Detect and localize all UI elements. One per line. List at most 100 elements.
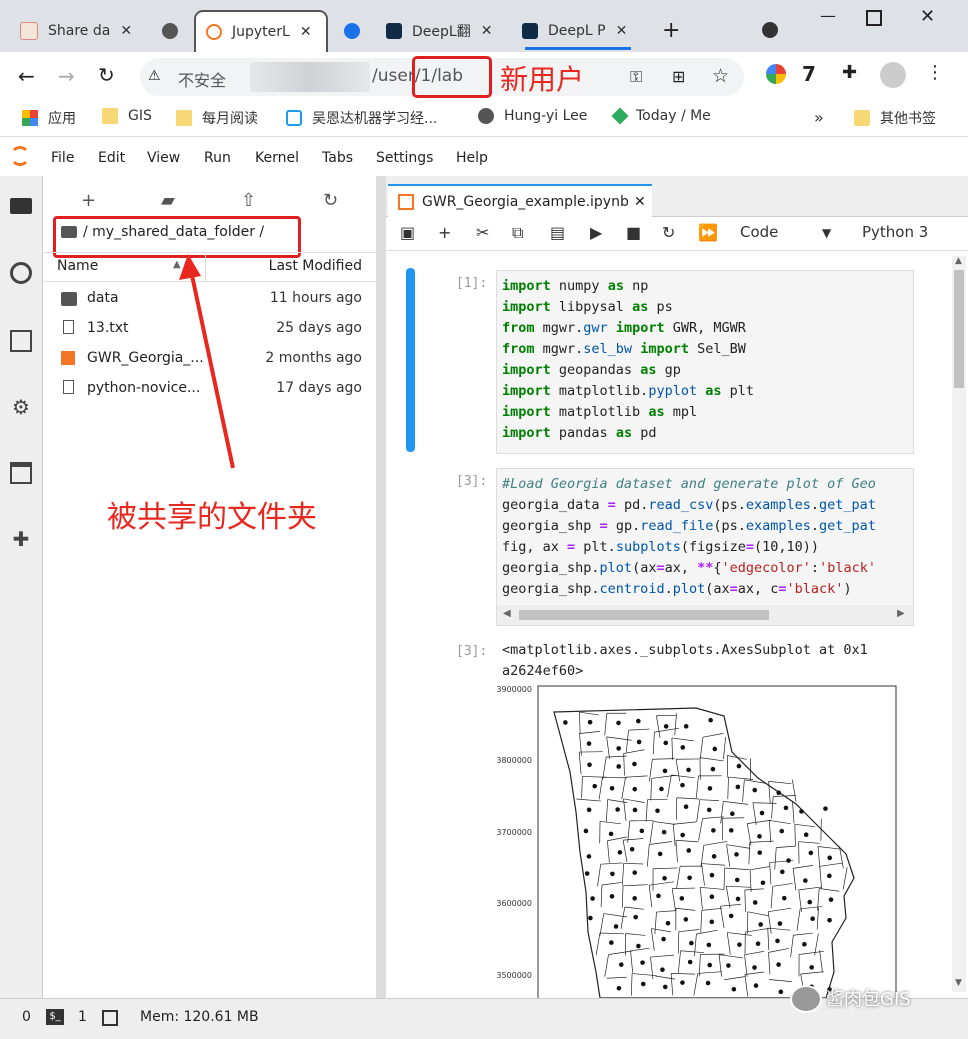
scroll-left-icon[interactable]: ◀ bbox=[503, 608, 511, 619]
terminal-icon[interactable]: $_ bbox=[46, 1009, 64, 1025]
county-centroid bbox=[735, 878, 740, 883]
new-tab-plus-icon[interactable]: + bbox=[662, 18, 680, 43]
bookmark-apps[interactable]: 应用 bbox=[22, 108, 76, 128]
running-kernels-icon[interactable] bbox=[10, 262, 32, 284]
scrollbar-thumb[interactable] bbox=[954, 270, 964, 388]
menu-run[interactable]: Run bbox=[204, 150, 231, 166]
notebook-area: GWR_Georgia_example.ipynb ✕ ▣ + ✂ ⧉ ▤ ▶ … bbox=[386, 176, 968, 998]
menu-file[interactable]: File bbox=[51, 150, 74, 166]
forward-icon[interactable]: → bbox=[58, 64, 75, 88]
county-centroid bbox=[757, 850, 762, 855]
tabs-icon[interactable] bbox=[10, 462, 32, 484]
minimize-icon[interactable]: — bbox=[820, 6, 836, 25]
reload-icon[interactable]: ↻ bbox=[98, 63, 115, 87]
run-all-icon[interactable]: ⏩ bbox=[698, 223, 718, 242]
browser-tab-share[interactable]: Share da ✕ bbox=[20, 10, 132, 52]
tab-search-icon[interactable] bbox=[762, 22, 778, 38]
kernel-chip-icon[interactable] bbox=[102, 1010, 118, 1026]
y-tick-label: 3800000 bbox=[496, 756, 532, 765]
avatar[interactable] bbox=[880, 62, 906, 88]
county-centroid bbox=[734, 852, 739, 857]
browser-tab-deepl-2[interactable]: DeepL P ✕ bbox=[522, 10, 627, 52]
cell-type-select[interactable]: Code bbox=[740, 223, 778, 241]
scroll-up-icon[interactable]: ▲ bbox=[955, 256, 962, 266]
active-cell-indicator bbox=[406, 268, 415, 452]
extension-manager-icon[interactable]: ✚ bbox=[10, 528, 32, 550]
maximize-icon[interactable] bbox=[866, 10, 882, 26]
tab-label: DeepL P bbox=[548, 23, 606, 39]
puzzle-extensions-icon[interactable]: ✚ bbox=[842, 62, 857, 83]
browser-tab-blue[interactable] bbox=[344, 10, 370, 52]
browser-tab-jupyter[interactable]: JupyterL ✕ bbox=[194, 10, 328, 52]
close-icon[interactable]: ✕ bbox=[300, 24, 312, 40]
more-bookmarks-icon[interactable]: » bbox=[814, 108, 824, 127]
county-centroid bbox=[587, 808, 592, 813]
scrollbar-thumb[interactable] bbox=[519, 610, 769, 620]
restart-icon[interactable]: ↻ bbox=[662, 223, 675, 242]
notebook-toolbar: ▣ + ✂ ⧉ ▤ ▶ ■ ↻ ⏩ Code ▼ Python 3 bbox=[386, 216, 968, 251]
county-centroid bbox=[563, 720, 568, 725]
notebook-tab[interactable]: GWR_Georgia_example.ipynb ✕ bbox=[388, 184, 652, 218]
menu-settings[interactable]: Settings bbox=[376, 150, 433, 166]
browser-tab-blank[interactable] bbox=[162, 10, 188, 52]
extension-7-icon[interactable]: 7 bbox=[802, 62, 816, 86]
code-cell-2[interactable]: #Load Georgia dataset and generate plot … bbox=[496, 468, 914, 626]
save-icon[interactable]: ▣ bbox=[400, 223, 415, 242]
translate-icon[interactable]: ⊞ bbox=[672, 67, 685, 86]
command-palette-icon[interactable] bbox=[10, 330, 32, 352]
tab-group-underline bbox=[525, 47, 631, 50]
close-icon[interactable]: ✕ bbox=[634, 194, 646, 210]
bookmark-monthly[interactable]: 每月阅读 bbox=[176, 108, 258, 128]
bookmark-hung-yi-lee[interactable]: Hung-yi Lee bbox=[478, 108, 587, 124]
close-icon[interactable]: ✕ bbox=[120, 23, 132, 39]
menu-help[interactable]: Help bbox=[456, 150, 488, 166]
county-centroid bbox=[809, 851, 814, 856]
county-centroid bbox=[778, 921, 783, 926]
menu-kernel[interactable]: Kernel bbox=[255, 150, 299, 166]
county-centroid bbox=[617, 986, 622, 991]
back-icon[interactable]: ← bbox=[18, 64, 35, 88]
horizontal-scrollbar[interactable]: ◀ ▶ bbox=[497, 605, 913, 625]
star-icon[interactable]: ☆ bbox=[712, 65, 729, 87]
county-centroid bbox=[775, 939, 780, 944]
copy-icon[interactable]: ⧉ bbox=[512, 223, 523, 243]
key-icon[interactable]: ⚿ bbox=[630, 67, 642, 87]
status-zero: 0 bbox=[22, 1009, 31, 1025]
county-centroid bbox=[655, 808, 660, 813]
bookmark-gis[interactable]: GIS bbox=[102, 108, 152, 124]
menu-edit[interactable]: Edit bbox=[98, 150, 125, 166]
insert-cell-icon[interactable]: + bbox=[438, 223, 451, 242]
county-centroid bbox=[587, 741, 592, 746]
omnibox[interactable]: ⚠ 不安全 /user/1/lab 新用户 ⚿ ⊞ ☆ bbox=[140, 58, 744, 96]
run-icon[interactable]: ▶ bbox=[590, 223, 602, 242]
county-centroid bbox=[779, 829, 784, 834]
county-centroid bbox=[732, 987, 737, 992]
more-menu-icon[interactable]: ⋮ bbox=[926, 62, 944, 83]
bookmark-other[interactable]: 其他书签 bbox=[854, 108, 936, 128]
cut-icon[interactable]: ✂ bbox=[476, 223, 489, 242]
browser-tab-deepl-1[interactable]: DeepL翻 ✕ bbox=[386, 10, 492, 52]
warning-icon: ⚠ bbox=[148, 68, 161, 84]
menu-tabs[interactable]: Tabs bbox=[322, 150, 353, 166]
chevron-down-icon[interactable]: ▼ bbox=[822, 226, 831, 240]
close-window-icon[interactable]: ✕ bbox=[920, 6, 935, 27]
scroll-right-icon[interactable]: ▶ bbox=[897, 608, 905, 619]
menu-view[interactable]: View bbox=[147, 150, 180, 166]
scroll-down-icon[interactable]: ▼ bbox=[955, 978, 962, 988]
kernel-name[interactable]: Python 3 bbox=[862, 223, 928, 241]
bookmark-today[interactable]: Today / Me bbox=[614, 108, 711, 124]
chrome-extension-icon[interactable] bbox=[766, 64, 786, 84]
folder-icon[interactable] bbox=[10, 198, 32, 214]
county-centroid bbox=[776, 962, 781, 967]
property-inspector-icon[interactable]: ⚙ bbox=[10, 396, 32, 418]
close-icon[interactable]: ✕ bbox=[616, 23, 628, 39]
county-centroid bbox=[610, 894, 615, 899]
close-icon[interactable]: ✕ bbox=[481, 23, 493, 39]
vertical-scrollbar[interactable]: ▲ ▼ bbox=[952, 256, 966, 992]
bookmark-andrew-ng[interactable]: 吴恩达机器学习经... bbox=[286, 108, 437, 128]
panel-splitter[interactable] bbox=[376, 176, 386, 998]
county-centroid bbox=[609, 940, 614, 945]
paste-icon[interactable]: ▤ bbox=[550, 223, 565, 242]
stop-icon[interactable]: ■ bbox=[626, 223, 641, 242]
county-centroid bbox=[803, 878, 808, 883]
